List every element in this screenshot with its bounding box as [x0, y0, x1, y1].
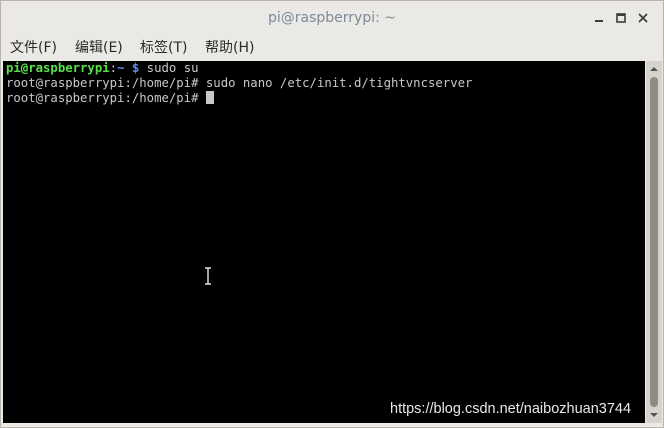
close-button[interactable] — [635, 10, 651, 26]
terminal-line: pi@raspberrypi:~ $ sudo su — [6, 61, 199, 76]
terminal-line: root@raspberrypi:/home/pi# — [6, 91, 214, 106]
title-bar[interactable]: pi@raspberrypi: ~ — [1, 1, 663, 35]
terminal-output[interactable]: pi@raspberrypi:~ $ sudo su root@raspberr… — [3, 61, 645, 423]
menu-help[interactable]: 帮助(H) — [205, 35, 254, 61]
i-beam-cursor-icon — [205, 267, 211, 285]
maximize-button[interactable] — [613, 10, 629, 26]
menu-edit[interactable]: 编辑(E) — [75, 35, 123, 61]
menu-tabs[interactable]: 标签(T) — [140, 35, 187, 61]
maximize-icon — [616, 13, 626, 23]
prompt-user: pi@raspberrypi — [6, 61, 110, 75]
command-text: sudo su — [139, 61, 199, 75]
prompt-text: root@raspberrypi:/home/pi# — [6, 91, 206, 105]
window-title: pi@raspberrypi: ~ — [267, 10, 397, 26]
vertical-scrollbar[interactable] — [646, 61, 662, 423]
minimize-button[interactable] — [591, 10, 607, 26]
watermark-text: https://blog.csdn.net/naibozhuan3744 — [390, 401, 632, 417]
scrollbar-thumb[interactable] — [650, 77, 658, 407]
prompt-directory: ~ $ — [117, 61, 140, 75]
minimize-icon — [595, 20, 603, 22]
terminal-line: root@raspberrypi:/home/pi# sudo nano /et… — [6, 76, 473, 90]
close-icon — [638, 13, 648, 23]
text-cursor — [205, 91, 214, 104]
scroll-down-icon[interactable] — [649, 410, 659, 420]
menu-file[interactable]: 文件(F) — [10, 35, 57, 61]
scroll-up-icon[interactable] — [649, 64, 659, 74]
terminal-window: pi@raspberrypi: ~ 文件(F) 编辑(E) 标签(T) 帮助(H… — [0, 0, 664, 428]
menu-bar: 文件(F) 编辑(E) 标签(T) 帮助(H) — [1, 35, 663, 61]
prompt-separator: : — [109, 61, 118, 75]
